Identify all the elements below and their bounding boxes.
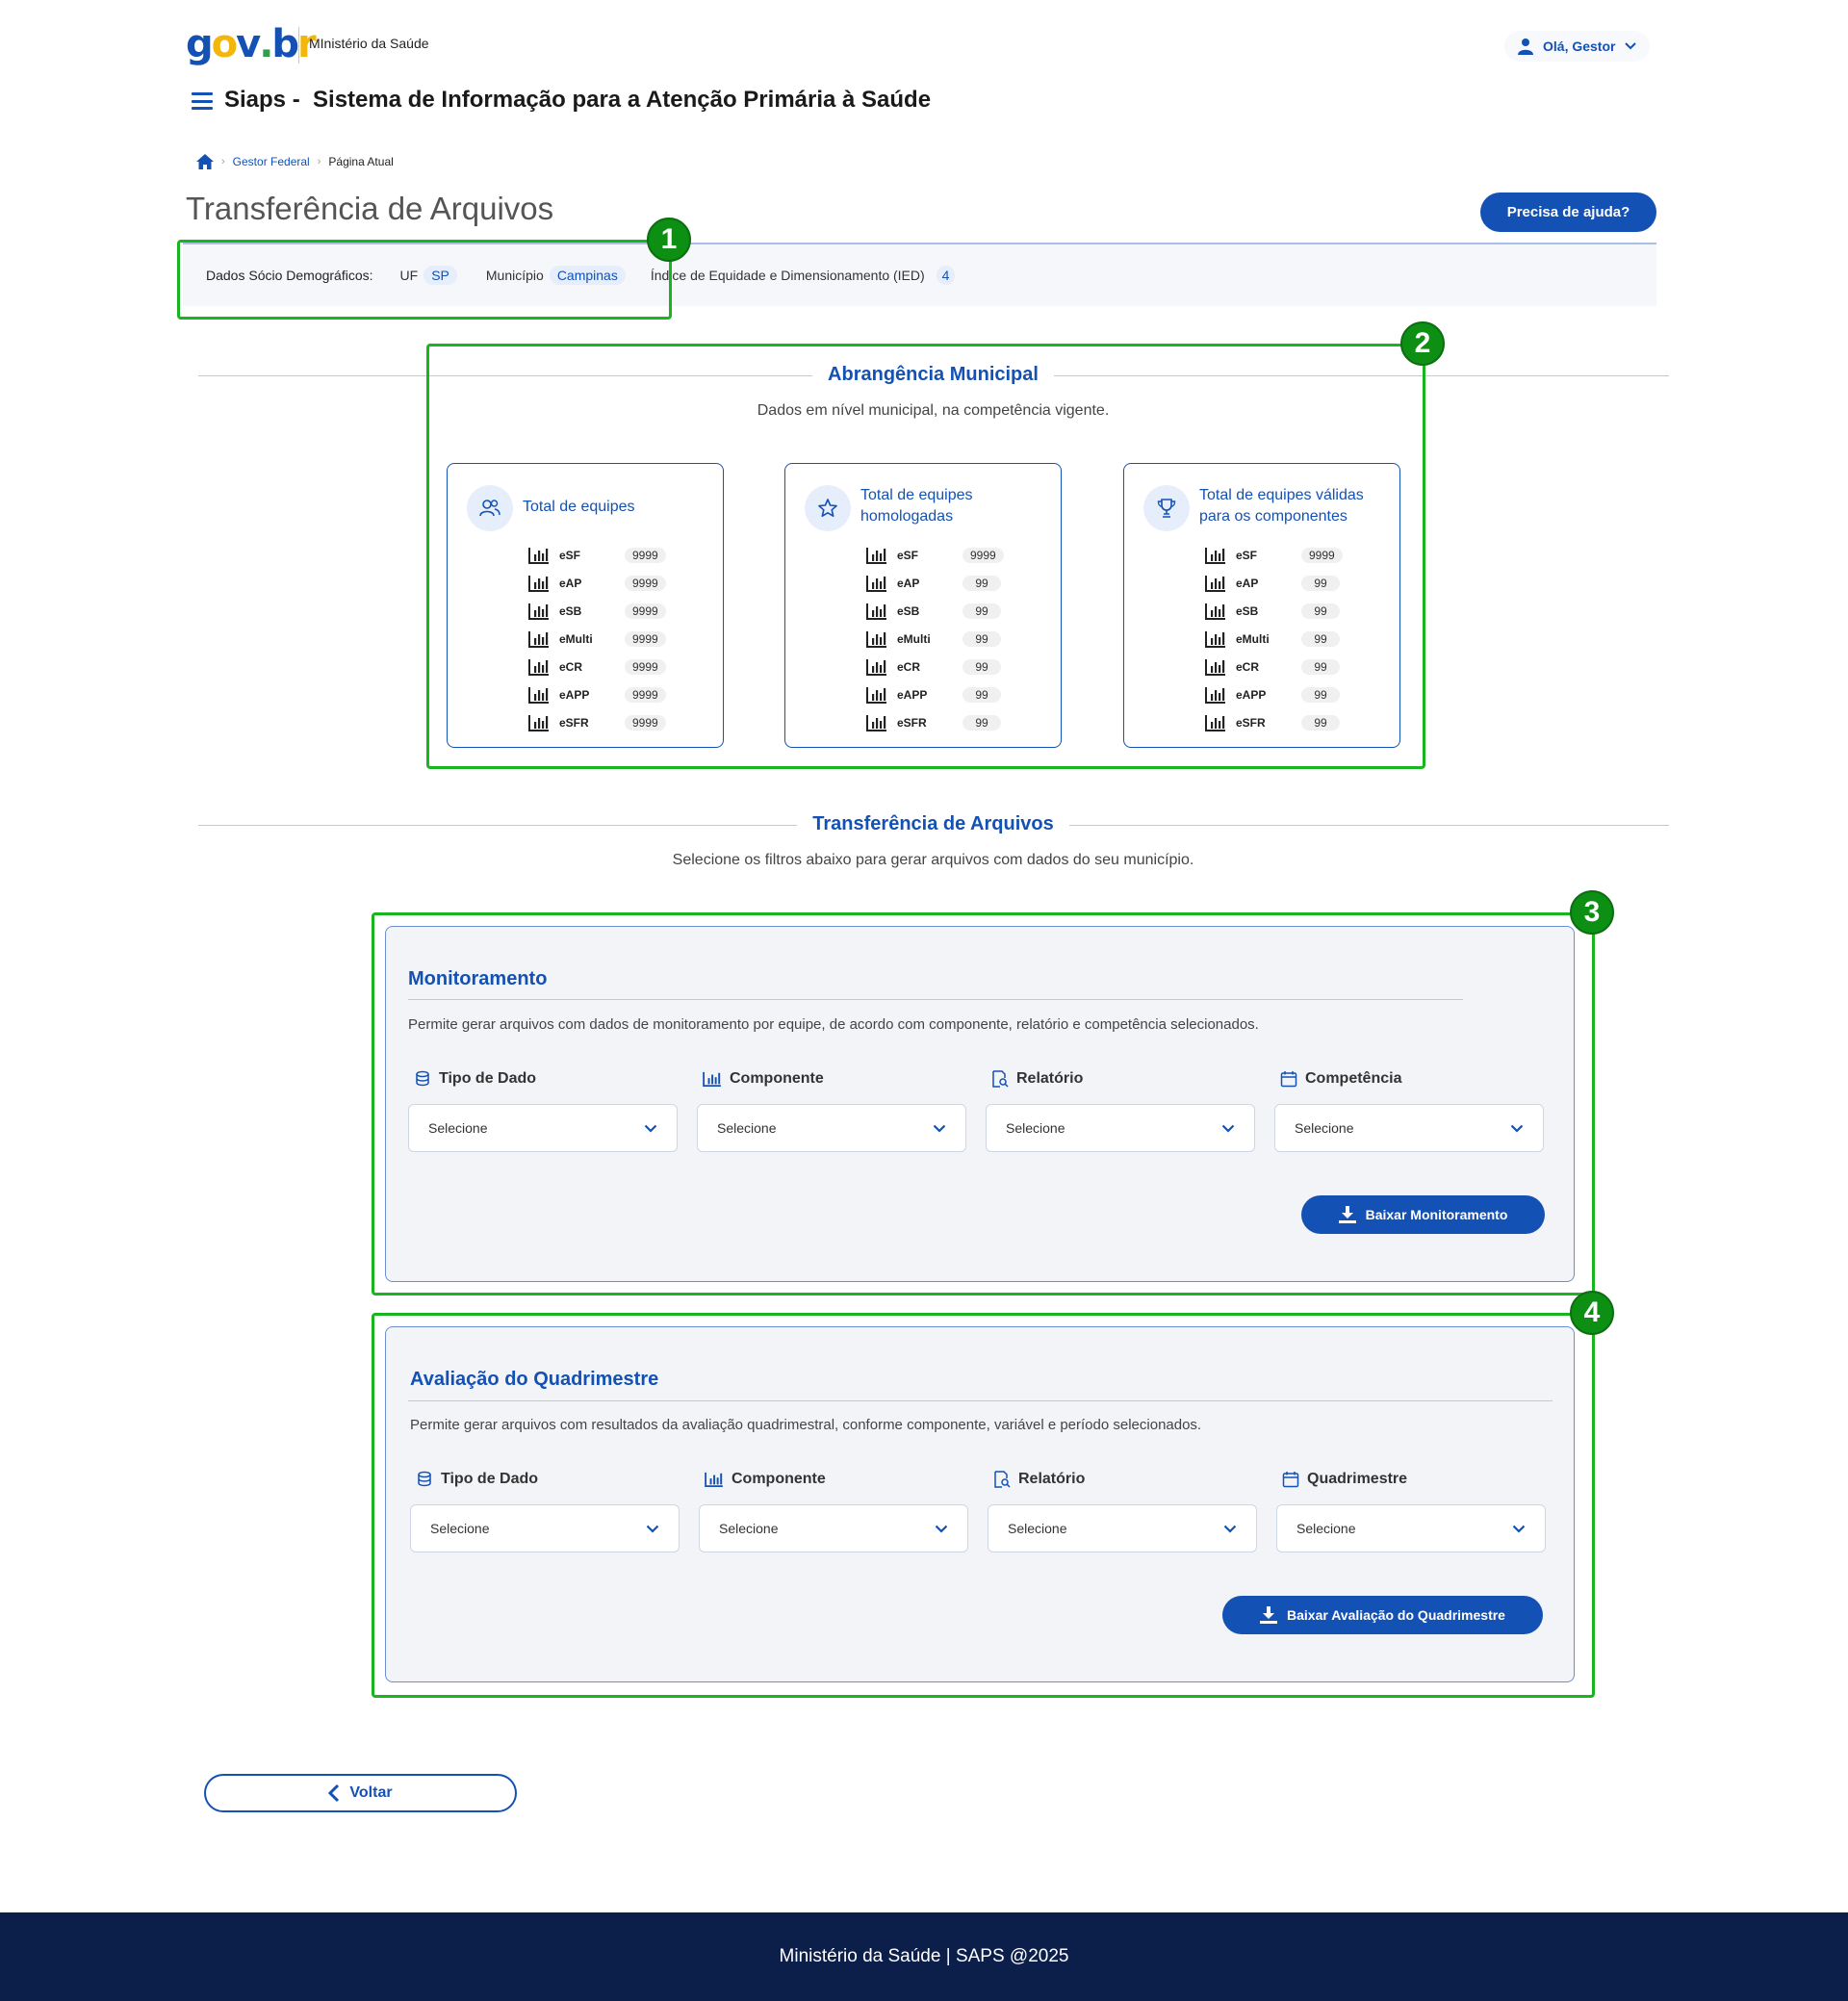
transferencia-subtitle: Selecione os filtros abaixo para gerar a… [672,852,1194,868]
page-title: Transferência de Arquivos [186,191,554,226]
user-icon [1518,38,1533,55]
breadcrumb-current: Página Atual [328,155,394,168]
logo-divider [298,27,299,64]
chevron-down-icon [1625,42,1637,50]
transferencia-title: Transferência de Arquivos [0,813,1848,835]
ied-label: Índice de Equidade e Dimensionamento (IE… [650,268,925,283]
footer: Ministério da Saúde | SAPS @2025 [0,1912,1848,2001]
user-menu-button[interactable]: Olá, Gestor [1504,31,1651,62]
footer-text: Ministério da Saúde | SAPS @2025 [779,1946,1069,1966]
ied-value: 4 [936,266,956,285]
breadcrumb-gestor-federal[interactable]: Gestor Federal [233,155,310,168]
chevron-left-icon [328,1783,340,1803]
breadcrumb-separator: › [317,156,321,167]
back-button[interactable]: Voltar [204,1774,517,1812]
help-button[interactable]: Precisa de ajuda? [1480,192,1656,232]
annotation-box-3 [372,912,1595,1296]
breadcrumb-separator: › [221,156,225,167]
breadcrumb: › Gestor Federal › Página Atual [196,154,394,169]
annotation-badge-2: 2 [1400,321,1445,366]
govbr-logo[interactable]: gov.br [186,23,317,65]
annotation-box-1 [177,240,672,320]
annotation-box-2 [426,344,1425,769]
app-title: Siaps - Sistema de Informação para a Ate… [224,87,932,113]
annotation-badge-1: 1 [647,218,691,262]
home-icon[interactable] [196,154,214,169]
annotation-box-4 [372,1313,1595,1698]
back-button-label: Voltar [349,1784,393,1801]
annotation-badge-3: 3 [1570,890,1614,935]
annotation-badge-4: 4 [1570,1291,1614,1335]
user-greeting: Olá, Gestor [1543,38,1616,54]
ministry-name: MInistério da Saúde [309,36,429,51]
hamburger-menu-icon[interactable] [192,92,213,110]
